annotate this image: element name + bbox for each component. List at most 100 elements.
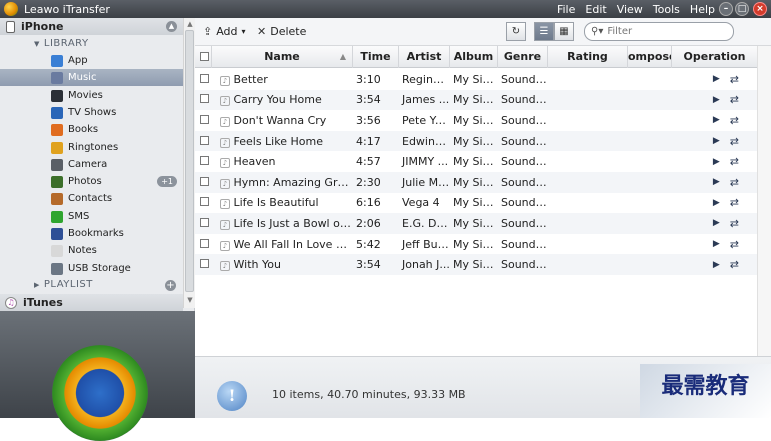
transfer-icon[interactable]: ⇄ — [730, 93, 739, 106]
transfer-icon[interactable]: ⇄ — [730, 196, 739, 209]
song-name: Carry You Home — [233, 93, 322, 107]
sidebar-item-itunes[interactable]: ♫ iTunes — [0, 294, 183, 311]
scroll-up-icon[interactable]: ▲ — [186, 20, 194, 28]
table-row[interactable]: ♪ Hymn: Amazing Grace 2:30 Julie Mc... My S… — [195, 172, 757, 193]
select-all-column[interactable] — [195, 46, 212, 68]
search-input[interactable] — [607, 26, 718, 37]
header-name[interactable]: Name ▲ — [212, 46, 353, 68]
play-icon[interactable]: ▶ — [713, 157, 720, 167]
library-section[interactable]: ▼ LIBRARY — [34, 38, 89, 49]
sidebar-item-usb-storage[interactable]: USB Storage — [0, 260, 183, 277]
close-icon[interactable]: × — [753, 2, 767, 16]
menu-tools[interactable]: Tools — [653, 3, 680, 16]
row-checkbox[interactable] — [200, 73, 209, 83]
play-icon[interactable]: ▶ — [713, 177, 720, 187]
menu-view[interactable]: View — [617, 3, 643, 16]
sidebar-item-bookmarks[interactable]: Bookmarks — [0, 225, 183, 242]
transfer-icon[interactable]: ⇄ — [730, 176, 739, 189]
header-genre[interactable]: Genre — [498, 46, 548, 68]
library-label: LIBRARY — [43, 38, 89, 49]
song-genre: Soundt... — [501, 113, 548, 127]
transfer-icon[interactable]: ⇄ — [730, 258, 739, 271]
minimize-icon[interactable]: – — [719, 2, 733, 16]
row-checkbox[interactable] — [200, 156, 209, 166]
sidebar-scrollbar[interactable]: ▲ ▼ — [183, 18, 195, 308]
delete-button[interactable]: ✕ Delete — [257, 25, 306, 38]
sidebar-item-books[interactable]: Books — [0, 121, 183, 138]
refresh-button[interactable]: ↻ — [506, 22, 526, 41]
delete-label: Delete — [270, 25, 307, 38]
sidebar-item-ringtones[interactable]: Ringtones — [0, 139, 183, 156]
eject-icon[interactable]: ▲ — [166, 21, 177, 32]
grid-view-button[interactable]: ▦ — [554, 22, 574, 41]
row-checkbox[interactable] — [200, 238, 209, 248]
sidebar-item-tv-shows[interactable]: TV Shows — [0, 104, 183, 121]
play-icon[interactable]: ▶ — [713, 239, 720, 249]
play-icon[interactable]: ▶ — [713, 260, 720, 270]
select-all-checkbox[interactable] — [200, 52, 209, 61]
playlist-section[interactable]: ▶ PLAYLIST — [34, 279, 93, 290]
search-box[interactable]: ⚲▾ — [584, 22, 734, 41]
row-checkbox[interactable] — [200, 176, 209, 186]
watermark: 最需教育 — [640, 364, 771, 418]
play-icon[interactable]: ▶ — [713, 198, 720, 208]
table-row[interactable]: ♪ Life Is Just a Bowl of C... 2:06 E.G. Da… — [195, 213, 757, 234]
add-button[interactable]: ⇪ Add ▾ — [203, 25, 246, 38]
transfer-icon[interactable]: ⇄ — [730, 114, 739, 127]
row-checkbox[interactable] — [200, 94, 209, 104]
table-row[interactable]: ♪ Feels Like Home4:17Edwina...My Sist...… — [195, 130, 757, 152]
device-iphone[interactable]: iPhone ▲ — [0, 18, 183, 35]
sidebar-item-app[interactable]: App — [0, 52, 183, 69]
play-icon[interactable]: ▶ — [713, 136, 720, 146]
transfer-icon[interactable]: ⇄ — [730, 73, 739, 86]
table-scrollbar[interactable] — [757, 46, 771, 356]
header-rating[interactable]: Rating — [548, 46, 628, 68]
sidebar-scroll-thumb[interactable] — [185, 30, 194, 292]
song-genre: Soundt... — [501, 93, 548, 107]
add-playlist-icon[interactable]: + — [165, 280, 176, 291]
grid-view-icon: ▦ — [559, 26, 569, 37]
row-checkbox[interactable] — [200, 114, 209, 124]
header-artist[interactable]: Artist — [399, 46, 450, 68]
song-genre: Soundt... — [501, 72, 548, 86]
menu-help[interactable]: Help — [690, 3, 715, 16]
sidebar-item-contacts[interactable]: Contacts — [0, 190, 183, 207]
sidebar-item-music[interactable]: Music — [0, 69, 183, 86]
row-checkbox[interactable] — [200, 259, 209, 269]
add-dropdown-icon[interactable]: ▾ — [242, 27, 246, 36]
table-row[interactable]: ♪ Life Is Beautiful6:16Vega 4My Sist...S… — [195, 193, 757, 214]
table-row[interactable]: ♪ Heaven4:57JIMMY ...My Sist...Soundt...… — [195, 151, 757, 172]
play-icon[interactable]: ▶ — [713, 95, 720, 105]
transfer-icon[interactable]: ⇄ — [730, 155, 739, 168]
sidebar-item-sms[interactable]: SMS — [0, 208, 183, 225]
transfer-icon[interactable]: ⇄ — [730, 135, 739, 148]
sidebar-item-notes[interactable]: Notes — [0, 242, 183, 259]
row-checkbox[interactable] — [200, 135, 209, 145]
table-row[interactable]: ♪ Better3:10Regina ...My Sist...Soundt..… — [195, 69, 757, 90]
list-view-button[interactable]: ☰ — [534, 22, 554, 41]
row-checkbox[interactable] — [200, 197, 209, 207]
transfer-icon[interactable]: ⇄ — [730, 217, 739, 230]
transfer-icon[interactable]: ⇄ — [730, 238, 739, 251]
header-album[interactable]: Album — [450, 46, 498, 68]
table-row[interactable]: ♪ We All Fall In Love So... 5:42 Jeff Buc.… — [195, 234, 757, 255]
play-icon[interactable]: ▶ — [713, 74, 720, 84]
table-row[interactable]: ♪ With You3:54Jonah J...My Sist...Soundt… — [195, 254, 757, 275]
sidebar-item-camera[interactable]: Camera — [0, 156, 183, 173]
music-note-icon: ♪ — [220, 261, 230, 272]
menu-file[interactable]: File — [557, 3, 575, 16]
header-composer[interactable]: ompose — [628, 46, 672, 68]
song-name: Life Is Just a Bowl of C... — [233, 216, 354, 230]
play-icon[interactable]: ▶ — [713, 218, 720, 228]
menu-edit[interactable]: Edit — [585, 3, 606, 16]
sidebar-item-photos[interactable]: Photos +1 — [0, 173, 183, 190]
header-time[interactable]: Time — [353, 46, 399, 68]
table-row[interactable]: ♪ Carry You Home3:54James ...My Sist...S… — [195, 89, 757, 111]
maximize-icon[interactable]: □ — [735, 2, 749, 16]
table-row[interactable]: ♪ Don't Wanna Cry3:56Pete Yo...My Sist..… — [195, 110, 757, 131]
scroll-down-icon[interactable]: ▼ — [186, 296, 194, 304]
row-select-cell — [195, 176, 212, 189]
play-icon[interactable]: ▶ — [713, 115, 720, 125]
sidebar-item-movies[interactable]: Movies — [0, 87, 183, 104]
row-checkbox[interactable] — [200, 217, 209, 227]
